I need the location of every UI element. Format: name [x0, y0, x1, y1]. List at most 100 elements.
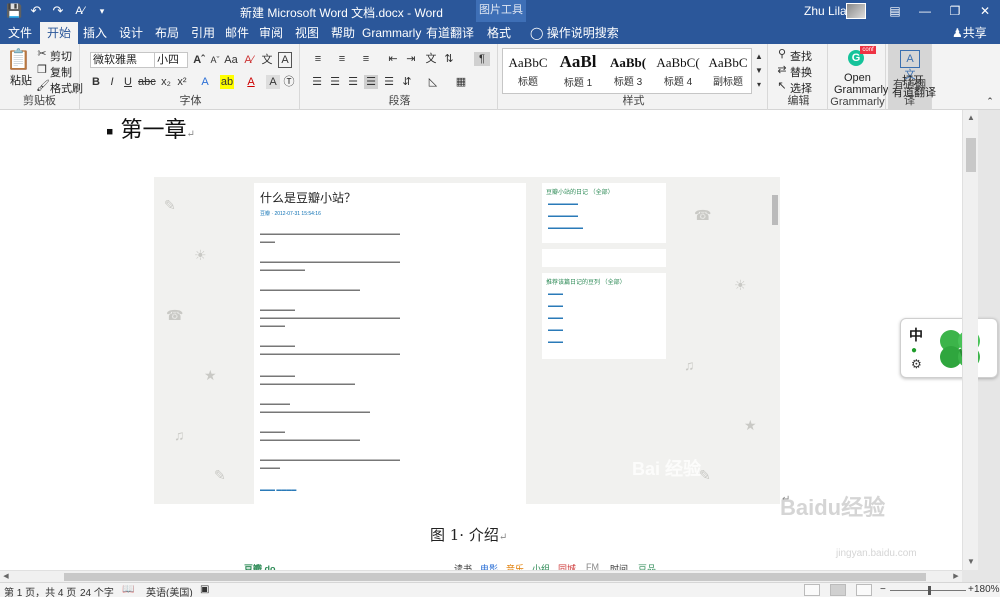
tab-mailings[interactable]: 邮件 [222, 22, 252, 44]
find-button[interactable]: 查找 [790, 48, 812, 64]
zoom-in-button[interactable]: + [968, 584, 974, 595]
replace-button[interactable]: 替换 [790, 64, 812, 80]
tab-help[interactable]: 帮助 [328, 22, 358, 44]
tab-review[interactable]: 审阅 [256, 22, 286, 44]
chinese-layout-icon[interactable]: 文 [424, 52, 438, 66]
shrink-font-icon[interactable]: Aˇ [208, 53, 222, 67]
distributed-icon[interactable]: ☰ [382, 75, 396, 89]
scroll-down-icon[interactable]: ▼ [963, 554, 979, 570]
line-spacing-icon[interactable]: ⇵ [400, 75, 414, 89]
paste-icon[interactable]: 📋 [6, 48, 31, 72]
align-center-icon[interactable]: ☰ [328, 75, 342, 89]
save-icon[interactable]: 💾 [6, 3, 22, 19]
avatar[interactable] [846, 3, 866, 19]
read-mode-icon[interactable] [804, 584, 820, 596]
chapter-heading[interactable]: ▪ 第一章↵ [106, 112, 195, 144]
tab-grammarly[interactable]: Grammarly [362, 22, 421, 44]
redo-icon[interactable]: ↷ [50, 3, 66, 19]
select-icon[interactable]: ↖ [776, 79, 788, 93]
tab-format[interactable]: 格式 [482, 22, 516, 44]
scroll-up-icon[interactable]: ▲ [963, 110, 979, 126]
copy-button[interactable]: 复制 [50, 64, 72, 80]
ime-mode-indicator[interactable]: 中 [909, 325, 923, 345]
restore-icon[interactable]: ❐ [940, 0, 970, 22]
collapse-ribbon-icon[interactable]: ⌃ [984, 94, 996, 108]
proofing-icon[interactable]: 📖 [122, 584, 134, 595]
character-shading-icon[interactable]: A [266, 75, 280, 89]
show-formatting-marks-icon[interactable]: ¶ [474, 52, 490, 66]
align-right-icon[interactable]: ☰ [346, 75, 360, 89]
tab-insert[interactable]: 插入 [80, 22, 110, 44]
tab-references[interactable]: 引用 [188, 22, 218, 44]
open-grammarly-button[interactable]: Open [844, 72, 871, 84]
copy-icon[interactable]: ❐ [36, 63, 48, 77]
youdao-translate-icon[interactable]: A文 [900, 50, 920, 81]
cut-button[interactable]: 剪切 [50, 48, 72, 64]
shading-icon[interactable]: ◺ [426, 75, 440, 89]
zoom-slider-thumb[interactable] [928, 586, 931, 595]
grow-font-icon[interactable]: Aˆ [192, 53, 206, 67]
document-canvas[interactable]: ▪ 第一章↵ ✎ ☀ ☎ ★ ♫ ✎ ☎ ☀ ♫ ★ ✎ 什么是豆瓣小站？ 豆瓣… [0, 110, 962, 570]
inserted-picture[interactable]: ✎ ☀ ☎ ★ ♫ ✎ ☎ ☀ ♫ ★ ✎ 什么是豆瓣小站？ 豆瓣 · 2012… [154, 177, 780, 504]
paste-button[interactable]: 粘贴 [10, 72, 32, 88]
bold-icon[interactable]: B [90, 75, 102, 89]
page-count[interactable]: 第 1 页，共 4 页 [4, 584, 76, 597]
horizontal-scrollbar[interactable]: ◀ ▶ [0, 570, 962, 582]
tab-layout[interactable]: 布局 [152, 22, 182, 44]
undo-icon[interactable]: ↶ [28, 3, 44, 19]
tab-design[interactable]: 设计 [116, 22, 146, 44]
format-painter-icon[interactable]: 🖌 [36, 79, 50, 93]
font-color-icon[interactable]: A⁄ [72, 3, 88, 19]
numbering-icon[interactable]: ≡ [334, 52, 350, 66]
close-icon[interactable]: ✕ [970, 0, 1000, 22]
italic-icon[interactable]: I [106, 75, 118, 89]
tab-youdao[interactable]: 有道翻译 [424, 22, 476, 44]
decrease-indent-icon[interactable]: ⇤ [386, 52, 400, 66]
vertical-scrollbar[interactable]: ▲ ▼ [962, 110, 978, 570]
replace-icon[interactable]: ⇄ [776, 63, 788, 77]
tab-file[interactable]: 文件 [4, 22, 36, 44]
justify-icon[interactable]: ☰ [364, 75, 378, 89]
character-border-icon[interactable]: A [278, 52, 292, 68]
language-indicator[interactable]: 英语(美国) [146, 584, 193, 597]
figure-caption[interactable]: 图 1· 介绍↵ [430, 524, 507, 545]
borders-icon[interactable]: ▦ [454, 75, 468, 89]
horizontal-scroll-thumb[interactable] [64, 573, 926, 581]
multilevel-list-icon[interactable]: ≡ [358, 52, 374, 66]
strikethrough-icon[interactable]: abc [138, 75, 156, 89]
subscript-icon[interactable]: x₂ [160, 75, 172, 89]
minimize-icon[interactable]: — [910, 0, 940, 22]
phonetic-guide-icon[interactable]: 文 [260, 53, 274, 67]
tab-home[interactable]: 开始 [40, 22, 78, 44]
floating-ime-widget[interactable]: 中 ● ⚙ [900, 318, 998, 378]
gear-icon[interactable]: ⚙ [911, 357, 922, 371]
cut-icon[interactable]: ✂ [36, 47, 48, 61]
bullets-icon[interactable]: ≡ [310, 52, 326, 66]
sort-icon[interactable]: ⇅ [442, 52, 456, 66]
increase-indent-icon[interactable]: ⇥ [404, 52, 418, 66]
tab-view[interactable]: 视图 [292, 22, 322, 44]
open-grammarly-button-line2[interactable]: Grammarly [834, 84, 888, 96]
find-icon[interactable]: ⚲ [776, 47, 788, 61]
superscript-icon[interactable]: x² [176, 75, 188, 89]
change-case-icon[interactable]: Aa [224, 53, 238, 67]
print-layout-icon[interactable] [830, 584, 846, 596]
tell-me-search[interactable]: ◯ 操作说明搜索 [530, 22, 619, 44]
align-left-icon[interactable]: ☰ [310, 75, 324, 89]
clear-formatting-icon[interactable]: A⁄ [242, 53, 256, 67]
ribbon-display-icon[interactable]: ▤ [880, 0, 910, 22]
web-layout-icon[interactable] [856, 584, 872, 596]
share-button[interactable]: ♟共享 [952, 22, 987, 44]
customize-icon[interactable]: ▾ [94, 3, 110, 19]
text-effects-icon[interactable]: A [198, 75, 212, 89]
zoom-level[interactable]: 180% [974, 584, 1000, 595]
font-color-icon[interactable]: A [244, 75, 258, 89]
zoom-out-button[interactable]: − [880, 584, 886, 595]
font-name-combo[interactable]: 微软雅黑 [90, 52, 160, 68]
highlight-icon[interactable]: ab [220, 75, 234, 89]
word-count[interactable]: 24 个字 [80, 584, 114, 597]
font-size-combo[interactable]: 小四 [154, 52, 188, 68]
vertical-scroll-thumb[interactable] [966, 138, 976, 172]
enclose-characters-icon[interactable]: Ⓣ [282, 75, 296, 89]
underline-icon[interactable]: U [122, 75, 134, 89]
